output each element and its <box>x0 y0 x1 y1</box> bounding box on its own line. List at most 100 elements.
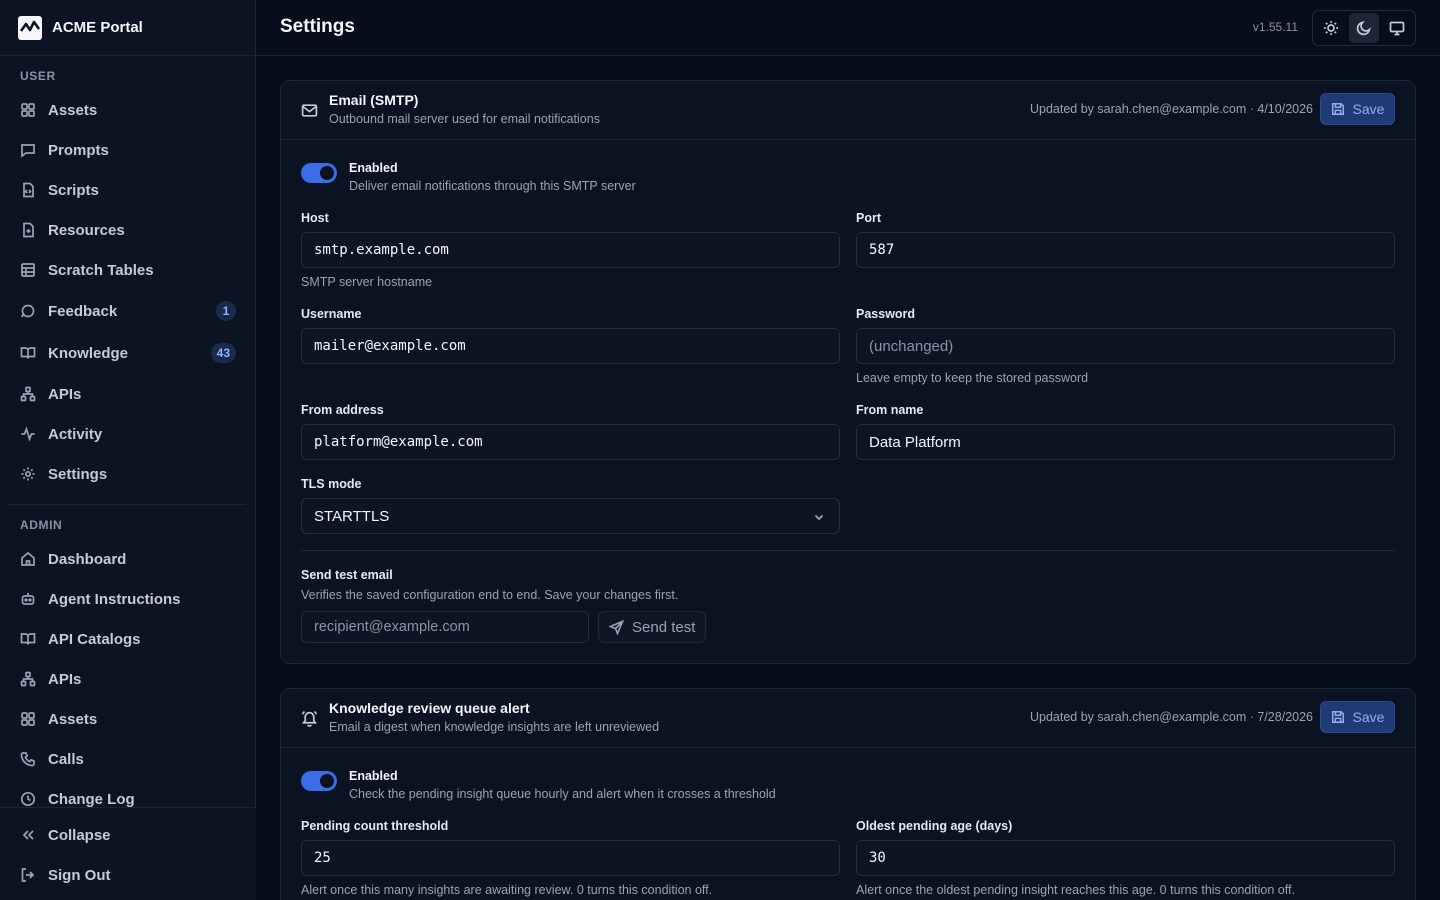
sidebar-item-calls[interactable]: Calls <box>8 741 248 777</box>
sidebar-item-agent-instructions[interactable]: Agent Instructions <box>8 581 248 617</box>
sidebar-item-label: Feedback <box>48 302 118 320</box>
book-open-icon <box>20 633 36 645</box>
sidebar-item-label: Agent Instructions <box>48 590 181 608</box>
chevrons-left-icon <box>22 830 34 840</box>
sidebar-divider <box>8 504 246 505</box>
sidebar-item-feedback[interactable]: Feedback 1 <box>8 293 248 329</box>
from-address-input[interactable]: platform@example.com <box>301 424 840 460</box>
activity-icon <box>21 426 35 442</box>
smtp-card-header: Email (SMTP) Outbound mail server used f… <box>281 81 1415 140</box>
smtp-enabled-description: Deliver email notifications through this… <box>349 179 636 193</box>
collapse-button[interactable]: Collapse <box>8 817 248 853</box>
bell-alert-icon <box>301 710 318 727</box>
sidebar-item-label: Activity <box>48 425 103 443</box>
smtp-enabled-toggle[interactable] <box>301 163 337 183</box>
grid-icon <box>21 712 35 726</box>
sidebar-item-label: Dashboard <box>48 550 127 568</box>
pending-age-label: Oldest pending age (days) <box>856 819 1013 833</box>
sidebar-item-scratch-tables[interactable]: Scratch Tables <box>8 252 248 288</box>
sidebar-item-label: Scripts <box>48 181 99 199</box>
review-enabled-toggle[interactable] <box>301 771 337 791</box>
brand-logo-icon <box>18 15 42 40</box>
smtp-settings-card: Email (SMTP) Outbound mail server used f… <box>280 80 1416 664</box>
host-help: SMTP server hostname <box>301 275 433 289</box>
test-email-description: Verifies the saved configuration end to … <box>301 588 679 602</box>
dark-theme-button[interactable] <box>1349 13 1379 43</box>
sidebar-item-label: Scratch Tables <box>48 261 154 279</box>
from-name-label: From name <box>856 403 924 417</box>
sidebar: ACME Portal USER Assets Prompts Scripts … <box>0 0 256 900</box>
test-recipient-input[interactable]: recipient@example.com <box>301 611 589 643</box>
sidebar-footer: Collapse Sign Out <box>0 807 256 900</box>
smtp-card-title: Email (SMTP) <box>329 92 419 108</box>
save-icon <box>1331 711 1344 723</box>
sidebar-item-knowledge[interactable]: Knowledge 43 <box>8 335 248 371</box>
sidebar-item-label: Calls <box>48 750 84 768</box>
send-test-button[interactable]: Send test <box>598 611 707 643</box>
sidebar-item-resources[interactable]: Resources <box>8 212 248 248</box>
sidebar-item-activity[interactable]: Activity <box>8 416 248 452</box>
light-theme-button[interactable] <box>1316 13 1346 43</box>
sidebar-item-dashboard[interactable]: Dashboard <box>8 541 248 577</box>
password-help: Leave empty to keep the stored password <box>856 371 1089 385</box>
moon-icon <box>1356 21 1371 36</box>
review-card-header: Knowledge review queue alert Email a dig… <box>281 689 1415 748</box>
sidebar-item-prompts[interactable]: Prompts <box>8 132 248 168</box>
username-input[interactable]: mailer@example.com <box>301 328 840 364</box>
system-theme-button[interactable] <box>1382 13 1412 43</box>
smtp-save-button[interactable]: Save <box>1320 93 1395 125</box>
monitor-icon <box>1389 21 1405 36</box>
pending-age-input[interactable]: 30 <box>856 840 1395 876</box>
brand[interactable]: ACME Portal <box>0 0 255 56</box>
sign-out-label: Sign Out <box>48 866 111 884</box>
sidebar-item-label: Prompts <box>48 141 109 159</box>
review-alert-card: Knowledge review queue alert Email a dig… <box>280 688 1416 900</box>
pending-age-help: Alert once the oldest pending insight re… <box>856 883 1295 897</box>
grid-icon <box>21 103 35 117</box>
review-card-title: Knowledge review queue alert <box>329 700 530 716</box>
sidebar-item-label: API Catalogs <box>48 630 141 648</box>
pending-count-label: Pending count threshold <box>301 819 449 833</box>
sidebar-item-apis[interactable]: APIs <box>8 376 248 412</box>
password-label: Password <box>856 307 916 321</box>
sidebar-item-admin-assets[interactable]: Assets <box>8 701 248 737</box>
port-input[interactable]: 587 <box>856 232 1395 268</box>
phone-icon <box>20 752 35 767</box>
sidebar-item-admin-apis[interactable]: APIs <box>8 661 248 697</box>
smtp-enabled-label: Enabled <box>349 161 398 175</box>
page-title: Settings <box>280 16 355 37</box>
feedback-count-badge: 1 <box>216 301 236 321</box>
message-square-icon <box>21 144 35 158</box>
network-icon <box>20 386 36 402</box>
log-out-icon <box>21 868 35 882</box>
gear-icon <box>21 467 35 481</box>
admin-section-label: ADMIN <box>20 518 63 532</box>
sidebar-item-api-catalogs[interactable]: API Catalogs <box>8 621 248 657</box>
sidebar-item-label: APIs <box>48 385 82 403</box>
pending-count-input[interactable]: 25 <box>301 840 840 876</box>
user-section-label: USER <box>20 69 56 83</box>
sidebar-item-settings[interactable]: Settings <box>8 456 248 492</box>
sidebar-item-label: Assets <box>48 710 98 728</box>
sidebar-item-label: Change Log <box>48 790 135 808</box>
test-email-title: Send test email <box>301 568 393 582</box>
review-save-button[interactable]: Save <box>1320 701 1395 733</box>
from-name-input[interactable]: Data Platform <box>856 424 1395 460</box>
host-input[interactable]: smtp.example.com <box>301 232 840 268</box>
sidebar-item-assets[interactable]: Assets <box>8 92 248 128</box>
test-section-divider <box>301 550 1395 551</box>
password-input[interactable]: (unchanged) <box>856 328 1395 364</box>
username-label: Username <box>301 307 362 321</box>
sidebar-item-label: Settings <box>48 465 108 483</box>
smtp-card-subtitle: Outbound mail server used for email noti… <box>329 112 600 126</box>
sidebar-item-scripts[interactable]: Scripts <box>8 172 248 208</box>
sign-out-button[interactable]: Sign Out <box>8 857 248 893</box>
from-address-label: From address <box>301 403 384 417</box>
port-label: Port <box>856 211 881 225</box>
clock-icon <box>20 791 36 807</box>
tls-mode-select[interactable]: STARTTLS <box>301 498 840 534</box>
sun-icon <box>1324 21 1338 35</box>
review-enabled-label: Enabled <box>349 769 398 783</box>
file-plus-icon <box>23 222 34 238</box>
mail-icon <box>301 104 318 117</box>
